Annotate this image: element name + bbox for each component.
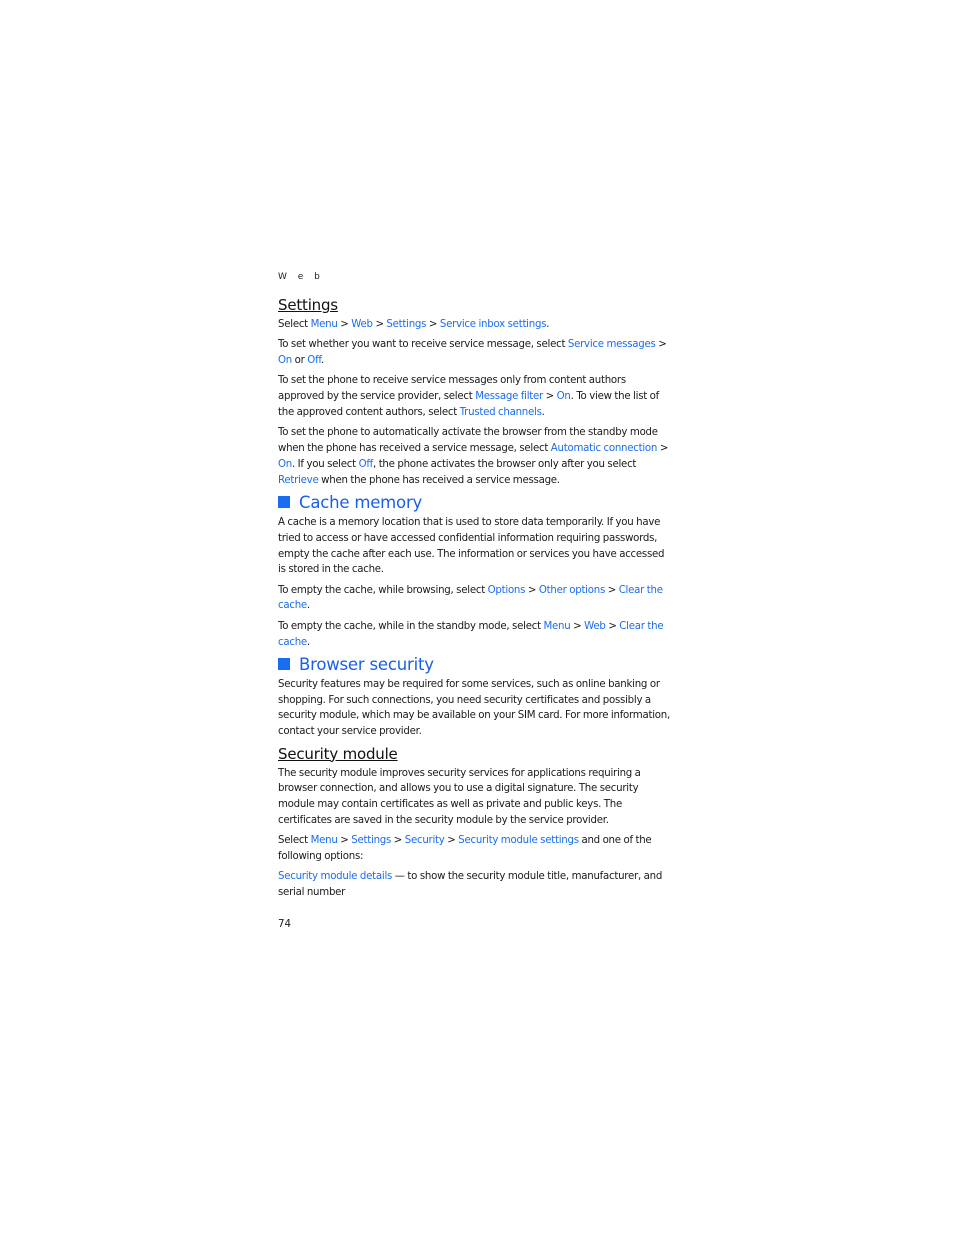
text: . [541, 406, 545, 418]
text: > [372, 319, 387, 330]
off-link: Off [358, 458, 374, 470]
menu-link: Menu [310, 835, 338, 847]
text: . [546, 319, 550, 330]
text: > [605, 620, 620, 632]
cache-standby-paragraph: To empty the cache, while in the standby… [278, 619, 670, 651]
security-module-settings-link: Security module settings [458, 835, 579, 847]
square-bullet-icon [278, 658, 290, 671]
text: > [337, 835, 352, 847]
text: when the phone has received a service me… [318, 474, 560, 486]
settings-link: Settings [386, 319, 427, 330]
text: > [426, 319, 440, 330]
browser-security-heading: Browser security [278, 655, 670, 674]
text: or [291, 355, 308, 367]
text: > [570, 620, 585, 632]
text: > [391, 835, 405, 847]
web-link: Web [584, 620, 606, 632]
automatic-connection-link: Automatic connection [550, 443, 658, 455]
text: To empty the cache, while browsing, sele… [278, 584, 488, 596]
cache-memory-heading: Cache memory [278, 493, 670, 512]
text: , the phone activates the browser only a… [373, 458, 637, 470]
security-module-heading: Security module [278, 744, 398, 763]
security-module-intro-paragraph: The security module improves security se… [278, 767, 641, 826]
running-head: W e b [278, 272, 324, 282]
message-filter-paragraph: To set the phone to receive service mess… [278, 373, 670, 420]
options-link: Options [487, 584, 526, 596]
message-filter-link: Message filter [475, 391, 543, 403]
menu-link: Menu [310, 319, 338, 330]
service-messages-paragraph: To set whether you want to receive servi… [278, 337, 670, 369]
menu-link: Menu [543, 620, 571, 632]
text: > [655, 339, 667, 351]
text: > [525, 584, 539, 596]
settings-path-paragraph: Select Menu > Web > Settings > Service i… [278, 317, 670, 333]
manual-page: W e b Settings Select Menu > Web > Setti… [278, 272, 670, 930]
text: Select [278, 319, 311, 330]
on-link: On [556, 391, 571, 403]
trusted-channels-link: Trusted channels [459, 406, 542, 418]
security-module-details-link: Security module details [278, 871, 393, 883]
text: . If you select [291, 458, 359, 470]
cache-browsing-paragraph: To empty the cache, while browsing, sele… [278, 583, 670, 615]
browser-security-paragraph: Security features may be required for so… [278, 678, 670, 738]
cache-intro-paragraph: A cache is a memory location that is use… [278, 516, 665, 576]
service-messages-link: Service messages [567, 339, 656, 351]
text: . [306, 600, 310, 612]
security-module-path-paragraph: Select Menu > Settings > Security > Secu… [278, 833, 670, 865]
service-inbox-settings-link: Service inbox settings [439, 319, 547, 330]
settings-heading: Settings [278, 296, 338, 314]
automatic-connection-paragraph: To set the phone to automatically activa… [278, 425, 670, 488]
text: Select [278, 835, 311, 847]
text: > [605, 584, 619, 596]
off-link: Off [307, 355, 321, 367]
text: To set whether you want to receive servi… [278, 339, 568, 351]
web-link: Web [351, 319, 373, 330]
on-link: On [278, 458, 292, 470]
heading-text: Cache memory [299, 492, 423, 512]
text: > [444, 835, 459, 847]
settings-link: Settings [351, 835, 392, 847]
security-module-details-paragraph: Security module details — to show the se… [278, 869, 670, 901]
page-number: 74 [278, 918, 291, 930]
text: . [321, 355, 324, 367]
retrieve-link: Retrieve [278, 474, 319, 486]
text: > [657, 443, 669, 455]
on-link: On [278, 355, 292, 367]
other-options-link: Other options [538, 584, 606, 596]
text: > [337, 319, 352, 330]
security-link: Security [404, 835, 445, 847]
text: To empty the cache, while in the standby… [278, 620, 544, 632]
text: . [306, 636, 310, 648]
heading-text: Browser security [299, 654, 434, 674]
text: > [542, 391, 557, 403]
square-bullet-icon [278, 496, 290, 509]
